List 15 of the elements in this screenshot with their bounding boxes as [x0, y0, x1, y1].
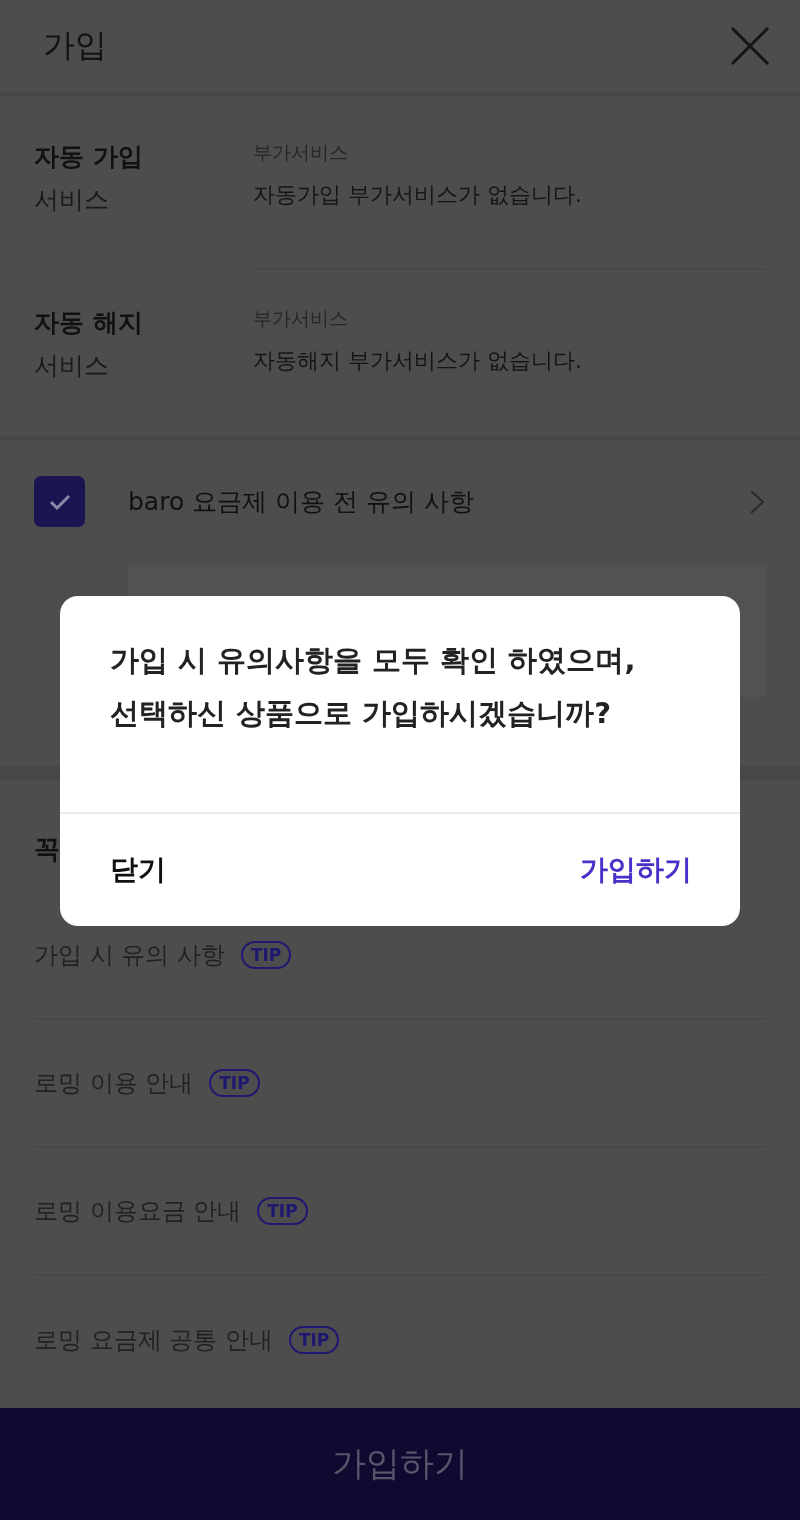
service-value: 자동해지 부가서비스가 없습니다. [253, 347, 583, 375]
dialog-message: 가입 시 유의사항을 모두 확인 하였으며, 선택하신 상품으로 가입하시겠습니까? [109, 642, 637, 732]
service-value: 자동가입 부가서비스가 없습니다. [253, 181, 583, 209]
join-button[interactable]: 가입하기 [580, 847, 692, 893]
service-title: 자동 해지 [34, 307, 144, 339]
page-title: 가입 [43, 25, 107, 66]
close-icon[interactable] [730, 26, 770, 66]
check-icon [47, 492, 72, 511]
chevron-right-icon[interactable] [748, 488, 766, 515]
checkbox[interactable] [34, 476, 85, 527]
service-title: 자동 가입 [34, 141, 144, 173]
section-heading: 꼭 [34, 833, 60, 866]
join-button[interactable]: 가입하기 [0, 1408, 800, 1520]
close-button[interactable]: 닫기 [110, 847, 166, 893]
agreement-label[interactable]: baro 요금제 이용 전 유의 사항 [128, 485, 748, 518]
